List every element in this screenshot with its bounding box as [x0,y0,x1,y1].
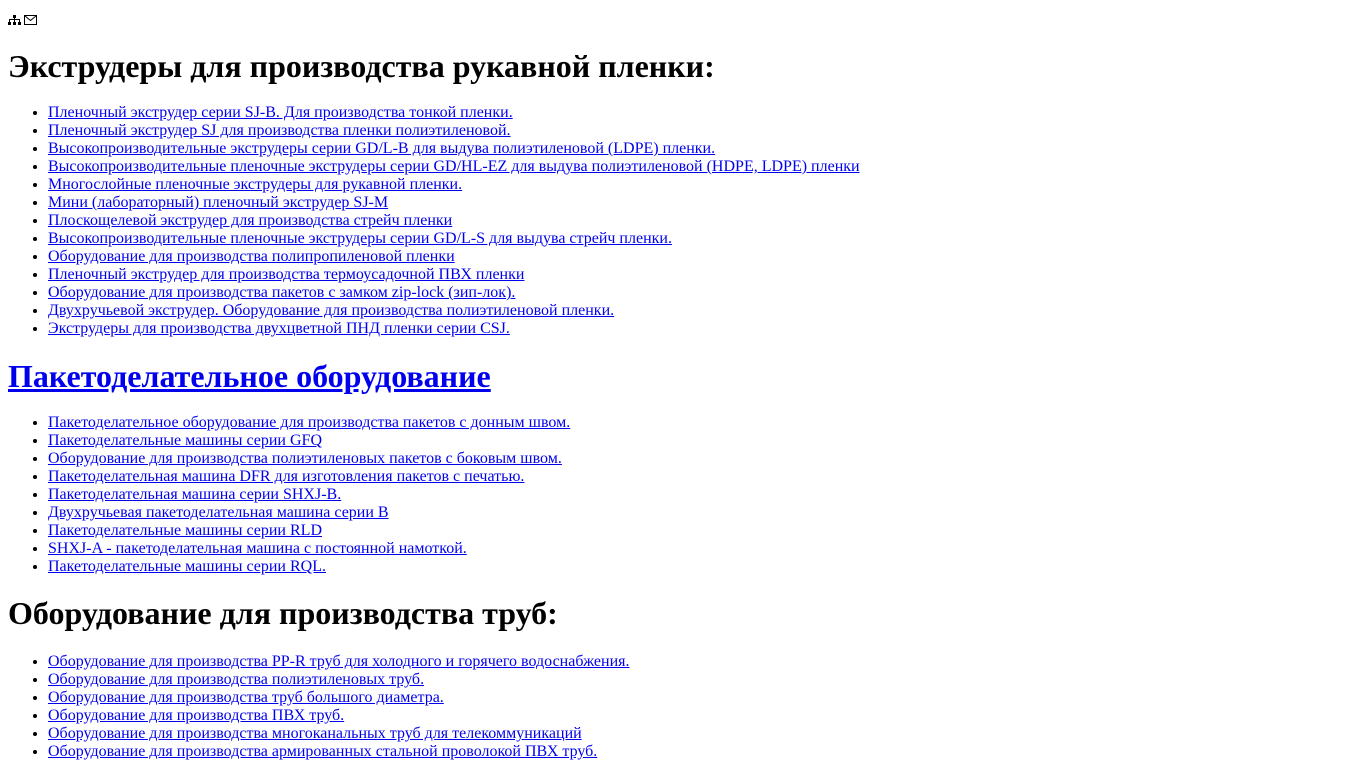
list-item: Оборудование для производства ПВХ труб. [48,707,1366,725]
section-title-bag-making: Пакетоделательное оборудование [8,358,1366,395]
list-link[interactable]: Пленочный экструдер для производства тер… [48,266,524,283]
list-item: Пакетоделательные машины серии RQL. [48,558,1366,576]
list-link[interactable]: Мини (лабораторный) пленочный экструдер … [48,194,388,211]
list-item: Оборудование для производства пакетов с … [48,284,1366,302]
list-item: Плоскощелевой экструдер для производства… [48,212,1366,230]
list-item: Оборудование для производства армированн… [48,743,1366,761]
list-link[interactable]: Пакетоделательные машины серии RQL. [48,558,326,575]
list-item: Экструдеры для производства двухцветной … [48,320,1366,338]
list-link[interactable]: Оборудование для производства полипропил… [48,248,455,265]
list-item: Пакетоделательная машина DFR для изготов… [48,468,1366,486]
list-item: Пленочный экструдер серии SJ-B. Для прои… [48,104,1366,122]
list-item: Пакетоделательная машина серии SHXJ-B. [48,486,1366,504]
list-item: Оборудование для производства полипропил… [48,248,1366,266]
list-link[interactable]: Пакетоделательное оборудование для произ… [48,414,570,431]
list-link[interactable]: Оборудование для производства многоканал… [48,725,582,742]
list-link[interactable]: Пакетоделательная машина серии SHXJ-B. [48,486,341,503]
list-link[interactable]: Высокопроизводительные экструдеры серии … [48,140,715,157]
list-item: Высокопроизводительные экструдеры серии … [48,140,1366,158]
list-link[interactable]: Многослойные пленочные экструдеры для ру… [48,176,462,193]
list-item: Высокопроизводительные пленочные экструд… [48,158,1366,176]
sitemap-icon[interactable] [8,15,21,25]
section-title-pipe-equipment: Оборудование для производства труб: [8,595,558,631]
list-link[interactable]: Оборудование для производства пакетов с … [48,284,515,301]
list-link[interactable]: Оборудование для производства ПВХ труб. [48,707,344,724]
list-link[interactable]: Плоскощелевой экструдер для производства… [48,212,452,229]
list-link[interactable]: Оборудование для производства PP-R труб … [48,653,630,670]
list-link[interactable]: Оборудование для производства армированн… [48,743,597,760]
list-link[interactable]: Двухручьевой экструдер. Оборудование для… [48,302,614,319]
list-item: Высокопроизводительные пленочные экструд… [48,230,1366,248]
list-item: Мини (лабораторный) пленочный экструдер … [48,194,1366,212]
list-link[interactable]: Пленочный экструдер серии SJ-B. Для прои… [48,104,513,121]
list-link[interactable]: Оборудование для производства полиэтилен… [48,671,424,688]
list-item: SHXJ-A - пакетоделательная машина с пост… [48,540,1366,558]
envelope-icon[interactable] [24,15,37,25]
film-extruders-list: Пленочный экструдер серии SJ-B. Для прои… [8,104,1366,338]
list-item: Многослойные пленочные экструдеры для ру… [48,176,1366,194]
list-item: Пакетоделательное оборудование для произ… [48,414,1366,432]
list-link[interactable]: Пленочный экструдер SJ для производства … [48,122,511,139]
list-item: Пакетоделательные машины серии RLD [48,522,1366,540]
list-link[interactable]: Пакетоделательные машины серии GFQ [48,432,322,449]
page: Экструдеры для производства рукавной пле… [8,0,1366,761]
list-link[interactable]: Двухручьевая пакетоделательная машина се… [48,504,389,521]
list-item: Оборудование для производства PP-R труб … [48,653,1366,671]
list-item: Двухручьевой экструдер. Оборудование для… [48,302,1366,320]
list-link[interactable]: Пакетоделательная машина DFR для изготов… [48,468,524,485]
list-item: Оборудование для производства полиэтилен… [48,450,1366,468]
list-item: Пленочный экструдер для производства тер… [48,266,1366,284]
list-item: Оборудование для производства труб больш… [48,689,1366,707]
list-item: Пакетоделательные машины серии GFQ [48,432,1366,450]
list-item: Пленочный экструдер SJ для производства … [48,122,1366,140]
top-icon-bar [8,0,1366,29]
list-link[interactable]: Высокопроизводительные пленочные экструд… [48,158,860,175]
bag-making-list: Пакетоделательное оборудование для произ… [8,414,1366,576]
list-link[interactable]: Высокопроизводительные пленочные экструд… [48,230,672,247]
list-item: Оборудование для производства полиэтилен… [48,671,1366,689]
section-title-link[interactable]: Пакетоделательное оборудование [8,358,491,394]
section-title-film-extruders: Экструдеры для производства рукавной пле… [8,48,715,84]
list-item: Оборудование для производства многоканал… [48,725,1366,743]
list-link[interactable]: Экструдеры для производства двухцветной … [48,320,510,337]
list-item: Двухручьевая пакетоделательная машина се… [48,504,1366,522]
list-link[interactable]: Оборудование для производства полиэтилен… [48,450,562,467]
pipe-equipment-list: Оборудование для производства PP-R труб … [8,653,1366,761]
list-link[interactable]: Пакетоделательные машины серии RLD [48,522,322,539]
list-link[interactable]: SHXJ-A - пакетоделательная машина с пост… [48,540,467,557]
list-link[interactable]: Оборудование для производства труб больш… [48,689,444,706]
